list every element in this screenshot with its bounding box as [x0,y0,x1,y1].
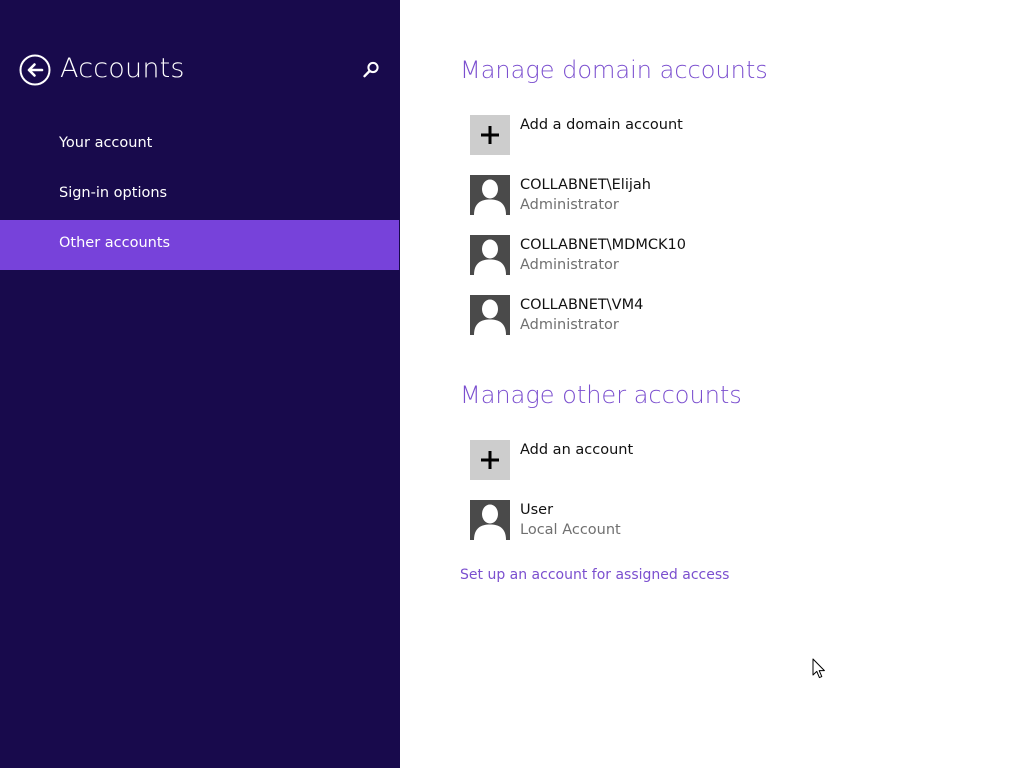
assigned-access-link[interactable]: Set up an account for assigned access [460,567,729,583]
search-button[interactable] [360,59,382,81]
mouse-cursor-icon [812,658,825,679]
avatar [470,295,510,335]
account-role: Administrator [520,257,619,273]
avatar [470,235,510,275]
account-name: COLLABNET\MDMCK10 [520,237,686,253]
account-role: Administrator [520,317,619,333]
account-name: COLLABNET\VM4 [520,297,644,313]
add-domain-account-label: Add a domain account [520,117,683,133]
avatar [470,500,510,540]
user-avatar-icon [474,504,506,540]
add-account-label: Add an account [520,442,634,458]
sidebar-item-other-accounts[interactable]: Other accounts [0,220,399,270]
avatar [470,175,510,215]
add-domain-account-tile[interactable] [470,115,510,155]
user-avatar-icon [474,179,506,215]
sidebar-item-your-account[interactable]: Your account [0,120,399,170]
account-name: User [520,502,554,518]
user-avatar-icon [474,299,506,335]
sidebar-item-label: Sign-in options [59,185,168,201]
sidebar-item-sign-in-options[interactable]: Sign-in options [0,170,399,220]
section-title-other-accounts: Manage other accounts [460,381,742,409]
sidebar-item-label: Your account [59,135,153,151]
plus-icon [481,451,499,469]
back-button[interactable] [19,54,51,86]
sidebar: Accounts Your account Sign-in options Ot… [0,0,400,768]
account-role: Administrator [520,197,619,213]
search-icon [363,61,379,78]
user-avatar-icon [474,239,506,275]
account-name: COLLABNET\Elijah [520,177,651,193]
page-title: Accounts [60,53,185,84]
section-title-domain-accounts: Manage domain accounts [460,56,768,84]
account-role: Local Account [520,522,621,538]
plus-icon [481,126,499,144]
back-arrow-icon [19,54,51,86]
add-account-tile[interactable] [470,440,510,480]
sidebar-item-label: Other accounts [59,235,171,251]
mouse-cursor [812,658,826,684]
